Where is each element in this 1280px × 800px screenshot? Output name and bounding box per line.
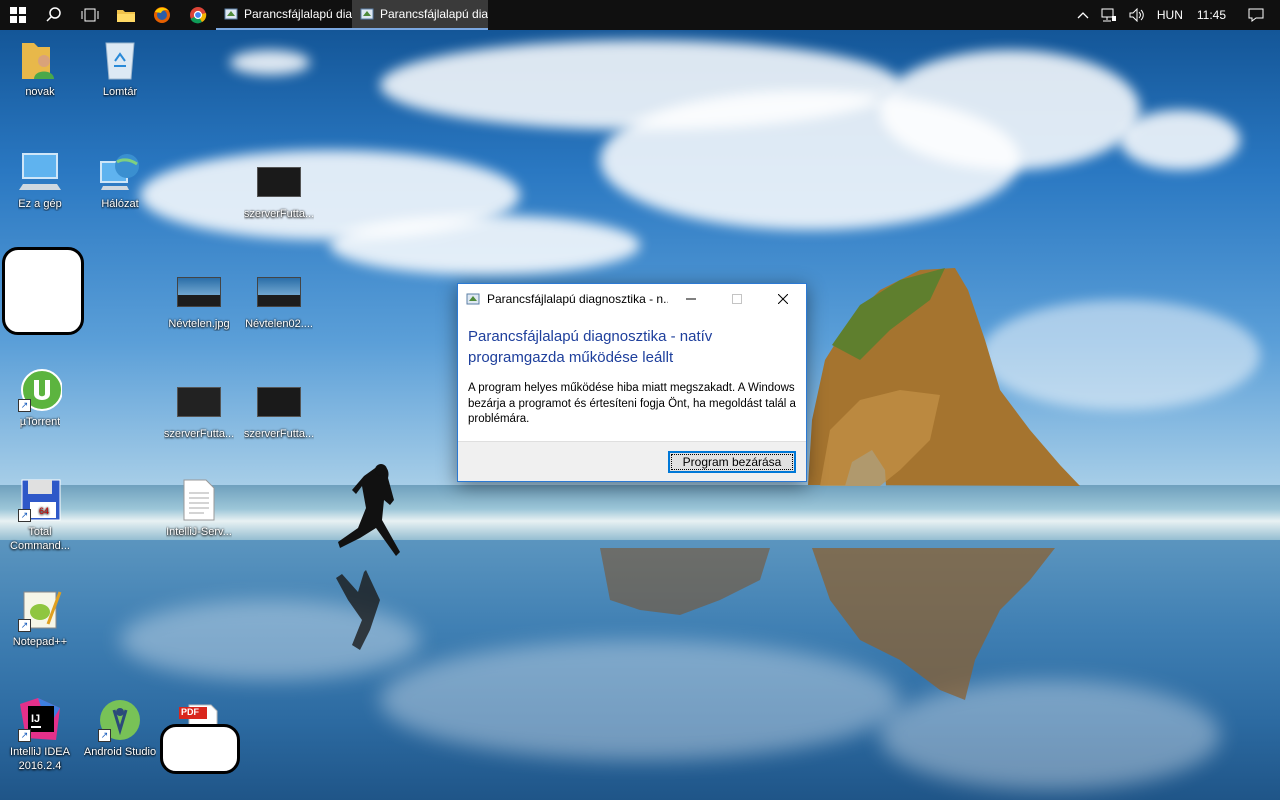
redacted-label <box>160 724 240 774</box>
network-status-button[interactable] <box>1095 8 1123 22</box>
clock[interactable]: 11:45 <box>1189 8 1240 22</box>
desktop-icon-szerverfutta-2[interactable]: szerverFutta... <box>160 380 238 441</box>
start-button[interactable] <box>0 0 36 30</box>
minimize-icon <box>686 298 696 300</box>
taskbar-task-label: Parancsfájlalapú diag... <box>244 7 352 21</box>
search-button[interactable] <box>36 0 72 30</box>
chevron-up-icon <box>1077 12 1089 19</box>
taskbar-task-1[interactable]: Parancsfájlalapú diag... <box>216 0 352 30</box>
shortcut-arrow-icon: ↗ <box>18 399 31 412</box>
shortcut-arrow-icon: ↗ <box>98 729 111 742</box>
script-host-icon <box>224 8 238 20</box>
notification-icon <box>1248 8 1264 22</box>
maximize-icon <box>732 294 742 304</box>
task-view-button[interactable] <box>72 0 108 30</box>
desktop-icon-nevtelen-jpg[interactable]: Névtelen.jpg <box>160 270 238 331</box>
taskbar-task-2[interactable]: Parancsfájlalapú diag... <box>352 0 488 30</box>
firefox-icon <box>154 7 170 23</box>
svg-text:IJ: IJ <box>31 713 40 725</box>
computer-icon <box>19 153 61 190</box>
maximize-button[interactable] <box>714 284 760 314</box>
desktop-icon-network[interactable]: Hálózat <box>81 150 159 211</box>
search-icon <box>46 7 61 22</box>
desktop-icon-utorrent[interactable]: ↗ µTorrent <box>1 368 79 429</box>
taskbar-task-label: Parancsfájlalapú diag... <box>380 7 488 21</box>
text-document-icon <box>183 479 215 521</box>
shortcut-arrow-icon: ↗ <box>18 619 31 632</box>
error-dialog: Parancsfájlalapú diagnosztika - n... Par… <box>457 283 807 482</box>
desktop-icon-label: novak <box>25 86 55 98</box>
desktop-icon-label: IntelliJ-Serv... <box>166 526 232 538</box>
image-thumbnail-icon <box>257 277 301 307</box>
screenshot-thumbnail-icon <box>257 167 301 197</box>
desktop-icon-label: szerverFutta... <box>243 208 315 220</box>
desktop-icon-label: szerverFutta... <box>163 428 235 440</box>
image-thumbnail-icon <box>177 277 221 307</box>
shortcut-arrow-icon: ↗ <box>18 509 31 522</box>
desktop-icon-intellij-serv[interactable]: IntelliJ-Serv... <box>160 478 238 539</box>
desktop-icon-novak[interactable]: novak <box>1 38 79 99</box>
desktop-icon-label: Ez a gép <box>18 198 62 210</box>
volume-button[interactable] <box>1123 8 1151 22</box>
svg-text:64: 64 <box>39 506 49 516</box>
chrome-button[interactable] <box>180 0 216 30</box>
desktop-icon-label: szerverFutta... <box>243 428 315 440</box>
firefox-button[interactable] <box>144 0 180 30</box>
network-icon <box>100 154 139 190</box>
shortcut-arrow-icon: ↗ <box>18 729 31 742</box>
desktop-icon-label: µTorrent <box>19 416 61 428</box>
redacted-icon <box>2 247 84 335</box>
folder-icon <box>117 10 135 22</box>
desktop-icon-label: Névtelen02.... <box>245 318 313 330</box>
minimize-button[interactable] <box>668 284 714 314</box>
desktop-icon-intellij-idea[interactable]: IJ ↗ IntelliJ IDEA 2016.2.4 <box>1 698 79 773</box>
dialog-title: Parancsfájlalapú diagnosztika - n... <box>487 292 668 306</box>
show-hidden-icons-button[interactable] <box>1071 11 1095 19</box>
close-icon <box>778 294 788 304</box>
desktop-icon-szerverfutta-3[interactable]: szerverFutta... <box>240 380 318 441</box>
desktop-icon-szerverfutta-1[interactable]: szerverFutta... <box>240 160 318 221</box>
desktop-icon-label: Android Studio <box>83 746 157 758</box>
desktop-icon-label: Total Command... <box>10 526 70 552</box>
recycle-bin-icon <box>105 42 135 80</box>
speaker-icon <box>1129 8 1144 22</box>
screenshot-thumbnail-icon <box>177 387 221 417</box>
file-explorer-button[interactable] <box>108 0 144 30</box>
desktop-icon-notepadpp[interactable]: ↗ Notepad++ <box>1 588 79 649</box>
desktop-icon-label: Hálózat <box>101 198 139 210</box>
close-program-button[interactable]: Program bezárása <box>668 451 796 473</box>
desktop-icon-total-commander[interactable]: 64 ↗ Total Command... <box>1 478 79 553</box>
desktop-icon-this-pc[interactable]: Ez a gép <box>1 150 79 211</box>
dialog-title-bar[interactable]: Parancsfájlalapú diagnosztika - n... <box>458 284 806 314</box>
user-folder-icon <box>22 43 54 79</box>
dialog-message: A program helyes működése hiba miatt meg… <box>468 382 796 425</box>
dialog-heading: Parancsfájlalapú diagnosztika - natív pr… <box>468 328 713 366</box>
system-tray: HUN 11:45 <box>1071 0 1280 30</box>
task-view-icon <box>81 8 99 22</box>
desktop-icon-label: Notepad++ <box>12 636 68 648</box>
desktop-icon-recycle-bin[interactable]: Lomtár <box>81 38 159 99</box>
taskbar: Parancsfájlalapú diag... Parancsfájlalap… <box>0 0 1280 30</box>
network-tray-icon <box>1101 8 1116 22</box>
dialog-footer: Program bezárása <box>458 441 806 481</box>
desktop-icon-label: IntelliJ IDEA 2016.2.4 <box>10 746 70 772</box>
desktop-icon-android-studio[interactable]: ↗ Android Studio <box>81 698 159 759</box>
desktop-icon-label: Lomtár <box>102 86 138 98</box>
windows-logo-icon <box>10 7 26 23</box>
desktop-icon-nevtelen02[interactable]: Névtelen02.... <box>240 270 318 331</box>
desktop-icon-label: Névtelen.jpg <box>168 318 230 330</box>
close-button[interactable] <box>760 284 806 314</box>
script-host-icon <box>360 8 374 20</box>
chrome-icon <box>190 7 207 24</box>
pdf-badge-text: PDF <box>181 707 199 717</box>
screenshot-thumbnail-icon <box>257 387 301 417</box>
input-language-button[interactable]: HUN <box>1151 8 1189 22</box>
script-host-icon <box>466 293 480 305</box>
action-center-button[interactable] <box>1240 8 1280 22</box>
